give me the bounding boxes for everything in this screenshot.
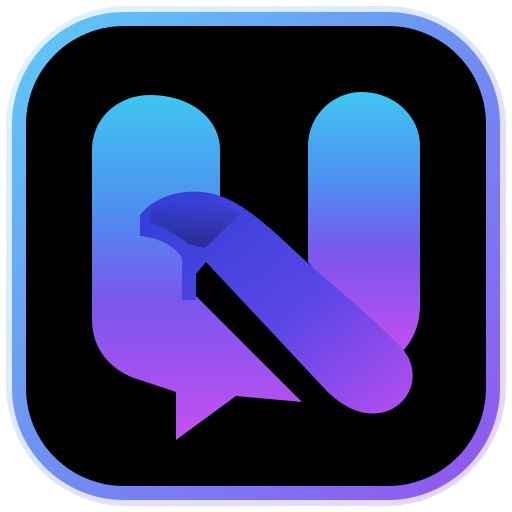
app-icon[interactable]: [0, 0, 512, 512]
app-icon-stage: [0, 0, 512, 512]
